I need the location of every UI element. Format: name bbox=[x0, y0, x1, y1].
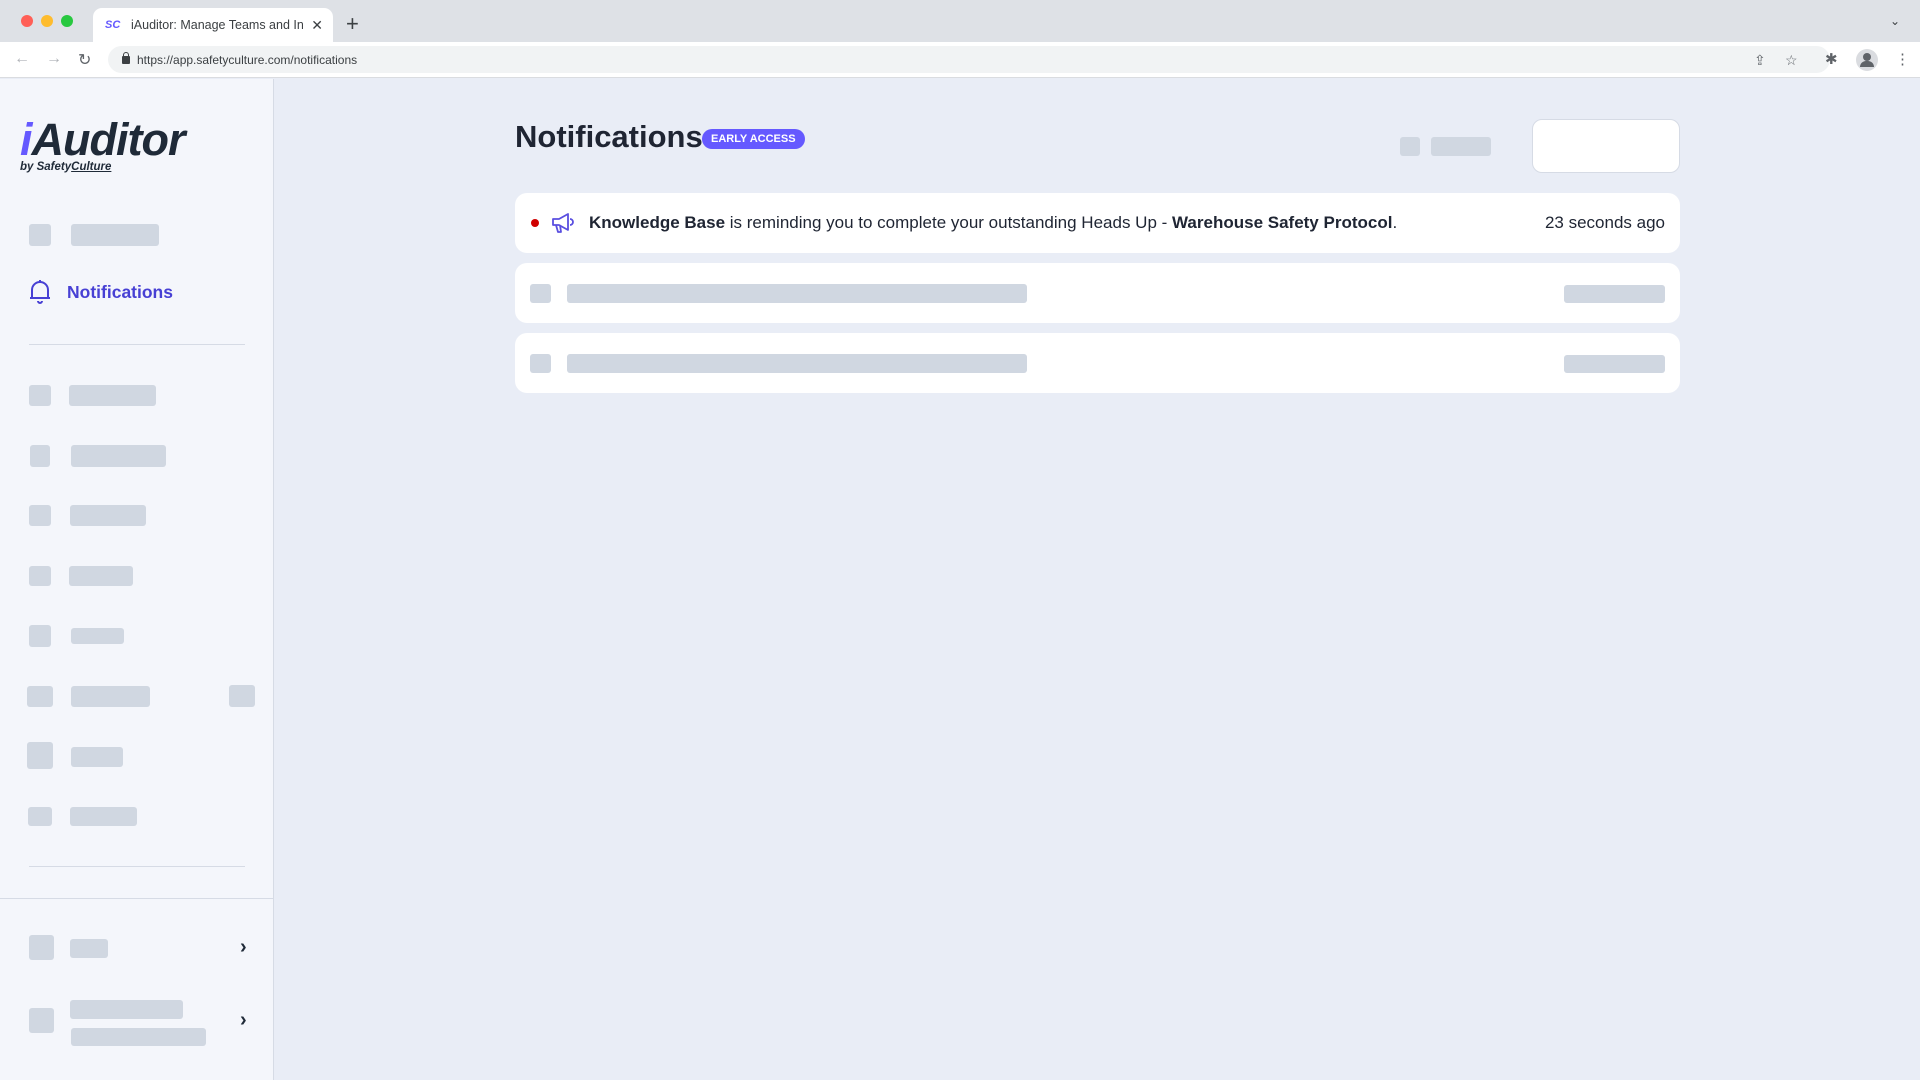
bell-icon bbox=[30, 280, 50, 304]
extensions-icon[interactable]: ✱ bbox=[1825, 50, 1838, 68]
page-title: Notifications bbox=[515, 119, 703, 154]
close-tab-icon[interactable]: ✕ bbox=[311, 17, 323, 34]
chevron-right-icon: › bbox=[240, 936, 247, 958]
sidebar-item-notifications[interactable]: Notifications bbox=[28, 279, 173, 305]
share-icon[interactable]: ⇪ bbox=[1754, 52, 1766, 69]
close-window-button[interactable] bbox=[21, 15, 33, 27]
address-bar[interactable]: https://app.safetyculture.com/notificati… bbox=[108, 46, 1830, 73]
notification-item-placeholder bbox=[515, 333, 1680, 393]
notification-item[interactable]: Knowledge Base is reminding you to compl… bbox=[515, 193, 1680, 253]
minimize-window-button[interactable] bbox=[41, 15, 53, 27]
notification-suffix: . bbox=[1392, 213, 1398, 232]
star-icon[interactable]: ☆ bbox=[1785, 52, 1798, 69]
browser-tab[interactable]: SC iAuditor: Manage Teams and Ins ✕ bbox=[93, 8, 333, 42]
logo-by: by Safety bbox=[20, 161, 72, 173]
profile-icon[interactable] bbox=[1856, 49, 1878, 71]
notification-subject[interactable]: Warehouse Safety Protocol bbox=[1172, 213, 1392, 232]
header-button[interactable] bbox=[1532, 119, 1680, 173]
chevron-right-icon: › bbox=[240, 1009, 247, 1031]
notification-message: Knowledge Base is reminding you to compl… bbox=[589, 213, 1397, 233]
url-text: https://app.safetyculture.com/notificati… bbox=[137, 52, 358, 67]
menu-icon[interactable]: ⋮ bbox=[1895, 50, 1910, 68]
sidebar-divider bbox=[29, 866, 245, 867]
tab-title: iAuditor: Manage Teams and Ins bbox=[131, 18, 303, 32]
logo-i: i bbox=[20, 114, 32, 165]
maximize-window-button[interactable] bbox=[61, 15, 73, 27]
sidebar-bottom-divider bbox=[0, 898, 274, 899]
sidebar: iAuditor by SafetyCulture Notifications … bbox=[0, 79, 274, 1080]
tab-search-chevron-icon[interactable]: ⌄ bbox=[1890, 14, 1900, 28]
notification-text: is reminding you to complete your outsta… bbox=[725, 213, 1173, 232]
lock-icon bbox=[122, 51, 130, 64]
sidebar-item-label: Notifications bbox=[67, 281, 173, 302]
favicon-icon: SC bbox=[105, 19, 121, 31]
megaphone-icon bbox=[552, 213, 574, 233]
early-access-badge: EARLY ACCESS bbox=[702, 129, 805, 149]
logo-culture: Culture bbox=[71, 161, 112, 173]
new-tab-icon[interactable]: + bbox=[346, 11, 359, 37]
iauditor-logo[interactable]: iAuditor by SafetyCulture bbox=[20, 114, 186, 174]
logo-text: Auditor bbox=[31, 114, 186, 165]
notification-item-placeholder bbox=[515, 263, 1680, 323]
sidebar-divider bbox=[29, 344, 245, 345]
browser-tab-strip: SC iAuditor: Manage Teams and Ins ✕ + ⌄ bbox=[0, 0, 1920, 42]
back-icon[interactable]: ← bbox=[14, 50, 30, 68]
notification-timestamp: 23 seconds ago bbox=[1544, 213, 1665, 232]
browser-toolbar: ← → ↻ https://app.safetyculture.com/noti… bbox=[0, 42, 1920, 78]
notification-source[interactable]: Knowledge Base bbox=[589, 213, 725, 232]
forward-icon[interactable]: → bbox=[46, 50, 62, 68]
unread-dot-icon bbox=[531, 219, 539, 227]
reload-icon[interactable]: ↻ bbox=[78, 50, 91, 70]
